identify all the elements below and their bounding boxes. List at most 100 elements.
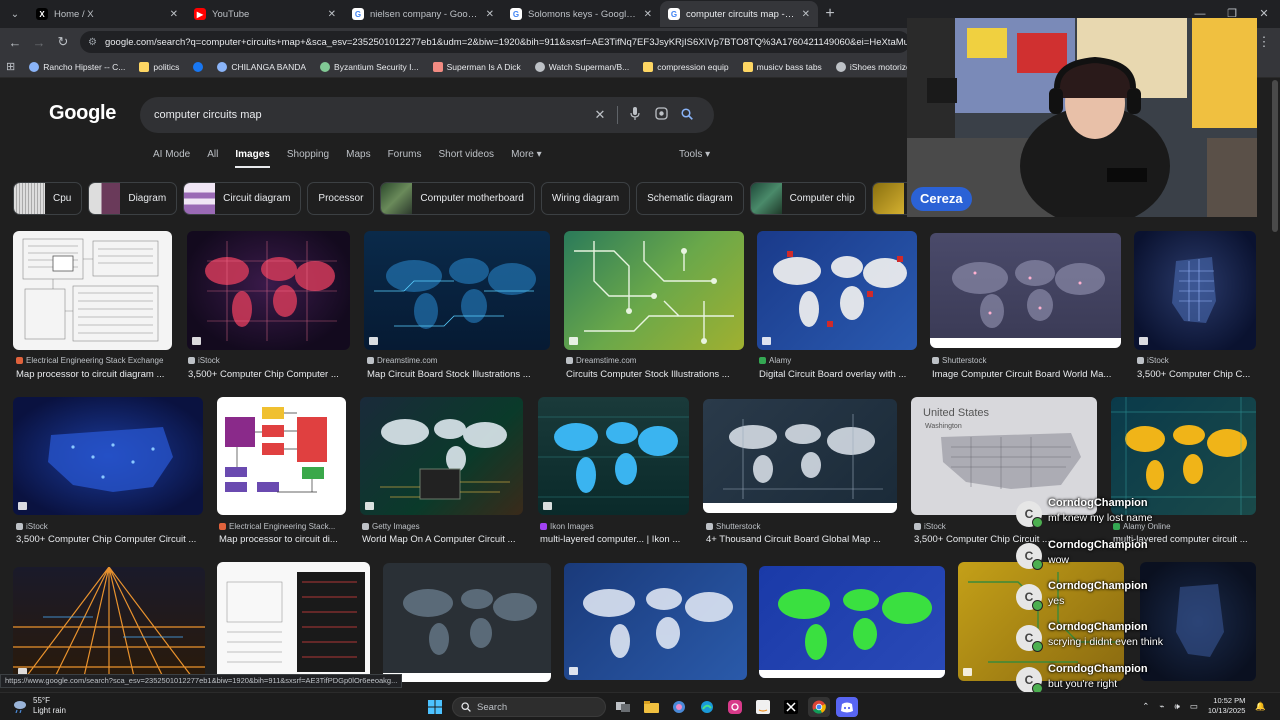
result-image[interactable] <box>564 231 744 350</box>
apps-icon[interactable]: ⊞ <box>6 60 15 73</box>
tab-computer-circuits[interactable]: G computer circuits map - Google ✕ <box>660 1 818 27</box>
filter-maps[interactable]: Maps <box>346 149 370 160</box>
result-title[interactable]: 3,500+ Computer Chip Computer Circuit ..… <box>16 534 201 545</box>
battery-icon[interactable]: ▭ <box>1190 701 1198 712</box>
result-image[interactable] <box>759 566 945 678</box>
address-bar[interactable]: ⚙ google.com/search?q=computer+circuits+… <box>80 31 910 53</box>
result-title[interactable]: 4+ Thousand Circuit Board Global Map ... <box>706 534 896 545</box>
windows-start-icon[interactable] <box>424 697 446 717</box>
result-image[interactable] <box>703 399 897 513</box>
result-image[interactable] <box>13 567 205 681</box>
result-image[interactable] <box>538 397 689 515</box>
bookmark-watch[interactable]: Watch Superman/B... <box>534 61 629 72</box>
google-logo[interactable]: Google <box>49 102 116 125</box>
bookmark-compression[interactable]: compression equip <box>643 61 729 72</box>
file-explorer-icon[interactable] <box>640 697 662 717</box>
tab-x[interactable]: X Home / X ✕ <box>28 1 186 27</box>
filter-ai-mode[interactable]: AI Mode <box>153 149 190 160</box>
tab-nielsen[interactable]: G nielsen company - Google Sear ✕ <box>344 1 502 27</box>
bookmark-byzantium[interactable]: Byzantium Security I... <box>320 61 419 72</box>
site-info-icon[interactable]: ⚙ <box>88 37 97 48</box>
close-icon[interactable]: ✕ <box>644 9 652 20</box>
chip-schematic-diagram[interactable]: Schematic diagram <box>636 182 744 215</box>
copilot-icon[interactable] <box>668 697 690 717</box>
network-icon[interactable]: ⌁ <box>1159 701 1164 712</box>
reload-icon[interactable]: ↻ <box>51 34 75 50</box>
result-image[interactable] <box>364 231 550 350</box>
search-input[interactable]: computer circuits map <box>154 109 587 121</box>
bookmark-musicv[interactable]: musicv bass tabs <box>742 61 822 72</box>
chrome-icon[interactable] <box>808 697 830 717</box>
search-icon[interactable] <box>674 107 700 123</box>
chevron-up-icon[interactable]: ⌃ <box>1142 701 1149 712</box>
result-image[interactable] <box>13 397 203 515</box>
result-title[interactable]: multi-layered computer... | Ikon ... <box>540 534 690 545</box>
result-image[interactable] <box>930 233 1121 348</box>
tools-button[interactable]: Tools ▾ <box>679 149 710 160</box>
taskbar-search[interactable]: Search <box>452 697 606 717</box>
taskbar-clock[interactable]: 10:52 PM 10/13/2025 <box>1208 696 1246 716</box>
bookmark-rancho[interactable]: Rancho Hipster -- C... <box>29 61 125 72</box>
filter-forums[interactable]: Forums <box>388 149 422 160</box>
close-icon[interactable]: ✕ <box>328 9 336 20</box>
close-icon[interactable]: ✕ <box>802 9 810 20</box>
chip-cpu[interactable]: Cpu <box>13 182 83 215</box>
forward-icon[interactable]: → <box>27 35 51 50</box>
filter-shopping[interactable]: Shopping <box>287 149 329 160</box>
result-image[interactable] <box>187 231 350 350</box>
result-title[interactable]: 3,500+ Computer Chip Computer ... <box>188 369 348 380</box>
x-app-icon[interactable] <box>780 697 802 717</box>
weather-widget[interactable]: 55°F Light rain <box>12 696 66 716</box>
bookmark-superman[interactable]: Superman Is A Dick <box>432 61 521 72</box>
chat-text: wow <box>1048 554 1070 566</box>
tab-search-icon[interactable]: ⌄ <box>2 3 28 25</box>
volume-icon[interactable]: 🕪 <box>1174 701 1179 712</box>
bookmark-facebook[interactable] <box>193 61 204 72</box>
filter-all[interactable]: All <box>207 149 218 160</box>
close-icon[interactable]: ✕ <box>170 9 178 20</box>
result-image[interactable] <box>217 397 346 515</box>
clear-icon[interactable]: ✕ <box>587 107 613 123</box>
chip-computer-chip[interactable]: Computer chip <box>749 182 866 215</box>
amazon-icon[interactable] <box>752 697 774 717</box>
result-title[interactable]: Digital Circuit Board overlay with ... <box>759 369 917 380</box>
new-tab-icon[interactable]: + <box>818 5 842 23</box>
chip-diagram[interactable]: Diagram <box>88 182 178 215</box>
result-image[interactable] <box>1134 231 1256 350</box>
back-icon[interactable]: ← <box>3 35 27 50</box>
bookmark-politics[interactable]: politics <box>139 61 179 72</box>
task-view-icon[interactable] <box>612 697 634 717</box>
notification-bell-icon[interactable]: 🔔 <box>1255 701 1266 712</box>
discord-icon[interactable] <box>836 697 858 717</box>
page-scrollbar[interactable] <box>1272 80 1278 232</box>
result-image[interactable] <box>13 231 172 350</box>
result-title[interactable]: World Map On A Computer Circuit ... <box>362 534 527 545</box>
result-title[interactable]: Map processor to circuit diagram ... <box>16 369 181 380</box>
edge-icon[interactable] <box>696 697 718 717</box>
result-image[interactable] <box>217 562 370 681</box>
filter-images[interactable]: Images <box>235 149 271 168</box>
filter-more[interactable]: More ▾ <box>511 149 542 160</box>
result-image[interactable] <box>383 563 551 682</box>
result-title[interactable]: Map processor to circuit di... <box>219 534 349 545</box>
result-title[interactable]: 3,500+ Computer Chip C... <box>1137 369 1255 380</box>
filter-short-videos[interactable]: Short videos <box>438 149 494 160</box>
result-title[interactable]: Circuits Computer Stock Illustrations ..… <box>566 369 744 380</box>
chip-circuit-diagram[interactable]: Circuit diagram <box>183 182 302 215</box>
microphone-icon[interactable] <box>622 107 648 123</box>
chip-wiring-diagram[interactable]: Wiring diagram <box>540 182 631 215</box>
result-image[interactable] <box>360 397 523 515</box>
chip-processor[interactable]: Processor <box>307 182 375 215</box>
result-image[interactable] <box>757 231 917 350</box>
bookmark-chilanga[interactable]: CHILANGA BANDA <box>217 61 306 72</box>
tab-youtube[interactable]: ▶ YouTube ✕ <box>186 1 344 27</box>
result-title[interactable]: Image Computer Circuit Board World Ma... <box>932 369 1122 380</box>
instagram-icon[interactable] <box>724 697 746 717</box>
result-image[interactable] <box>564 563 747 680</box>
chip-computer-motherboard[interactable]: Computer motherboard <box>380 182 535 215</box>
close-icon[interactable]: ✕ <box>486 9 494 20</box>
result-title[interactable]: Map Circuit Board Stock Illustrations ..… <box>367 369 551 380</box>
tab-solomons[interactable]: G Solomons keys - Google Search ✕ <box>502 1 660 27</box>
lens-icon[interactable] <box>648 107 674 123</box>
search-box[interactable]: computer circuits map ✕ <box>140 97 714 133</box>
